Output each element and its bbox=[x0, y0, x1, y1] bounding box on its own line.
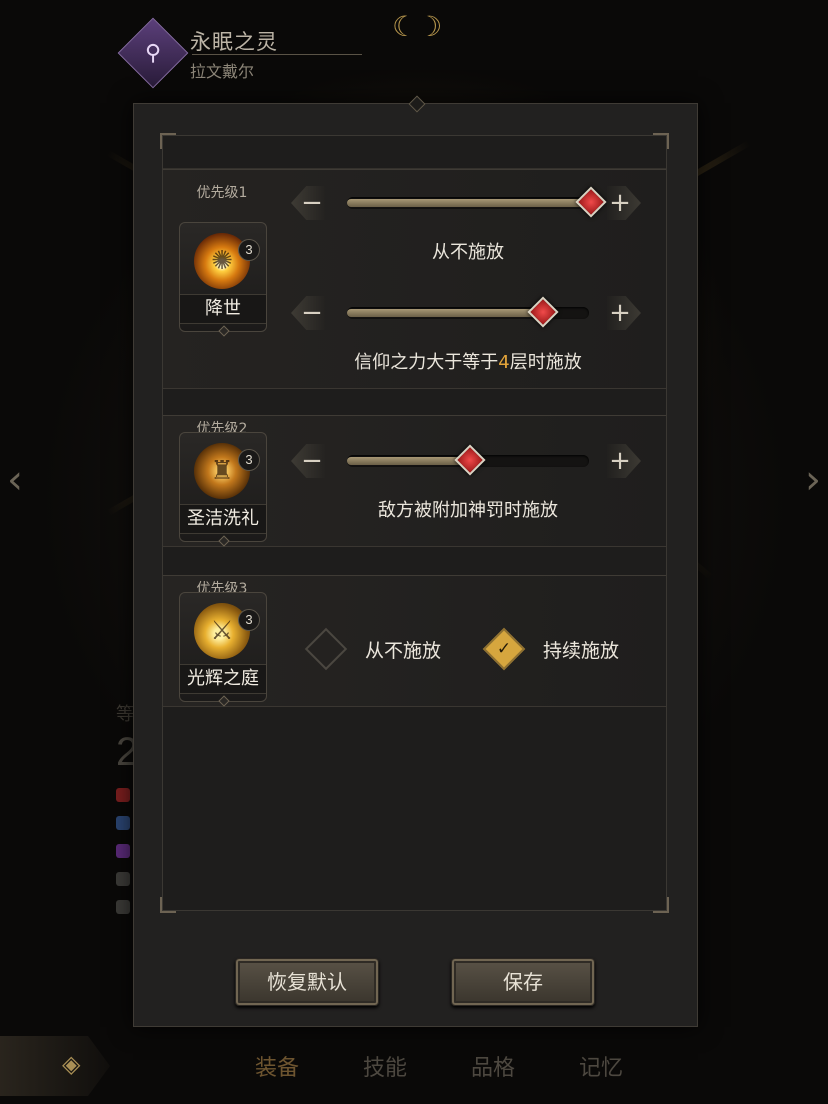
skill-name: 降世 bbox=[180, 294, 266, 324]
skill-card[interactable]: ♜ 3 圣洁洗礼 bbox=[179, 432, 267, 547]
skill-list-panel: 优先级1 ✺ 3 降世 − + 从不施放 − + 信仰之力大于等于4层时施放 优… bbox=[160, 133, 669, 913]
header-divider bbox=[192, 54, 362, 55]
slider-caption: 信仰之力大于等于4层时施放 bbox=[283, 348, 653, 374]
stat-icon bbox=[116, 816, 130, 830]
crescent-ornament-icon: ☾☽ bbox=[392, 10, 443, 43]
background-stat-label: 等 bbox=[116, 704, 134, 725]
card-ornament bbox=[218, 695, 230, 707]
stat-icon bbox=[116, 900, 130, 914]
stat-icon bbox=[116, 844, 130, 858]
slider-caption: 从不施放 bbox=[432, 242, 504, 263]
next-arrow-icon[interactable]: › bbox=[800, 440, 826, 520]
prev-arrow-icon[interactable]: ‹ bbox=[2, 440, 28, 520]
decrease-button[interactable]: − bbox=[291, 296, 325, 330]
condition-slider[interactable] bbox=[347, 186, 607, 218]
tab-character[interactable]: 品格 bbox=[471, 1050, 515, 1082]
skill-card[interactable]: ✺ 3 降世 bbox=[179, 222, 267, 337]
skill-priority-modal: 优先级1 ✺ 3 降世 − + 从不施放 − + 信仰之力大于等于4层时施放 优… bbox=[133, 95, 698, 1027]
option-label: 持续施放 bbox=[543, 639, 620, 662]
skill-row-2: 优先级2 ♜ 3 圣洁洗礼 − + 敌方被附加神罚时施放 bbox=[163, 415, 666, 547]
tab-memory[interactable]: 记忆 bbox=[579, 1050, 623, 1082]
checkbox-unchecked[interactable] bbox=[304, 627, 348, 671]
skill-name: 光辉之庭 bbox=[180, 664, 266, 694]
slider-thumb[interactable] bbox=[575, 186, 607, 218]
decrease-button[interactable]: − bbox=[291, 444, 325, 478]
stat-icon bbox=[116, 788, 130, 802]
reset-default-button[interactable]: 恢复默认 bbox=[235, 958, 379, 1006]
skill-name: 圣洁洗礼 bbox=[180, 504, 266, 534]
option-label: 从不施放 bbox=[365, 639, 442, 662]
slider-thumb[interactable] bbox=[527, 296, 559, 328]
skill-level-badge: 3 bbox=[238, 609, 260, 631]
increase-button[interactable]: + bbox=[607, 186, 641, 220]
skill-row-1: 优先级1 ✺ 3 降世 − + 从不施放 − + 信仰之力大于等于4层时施放 bbox=[163, 169, 666, 389]
character-title: 永眠之灵 bbox=[190, 30, 278, 54]
character-subtitle: 拉文戴尔 bbox=[190, 62, 255, 81]
skill-level-badge: 3 bbox=[238, 449, 260, 471]
slider-caption: 敌方被附加神罚时施放 bbox=[378, 500, 558, 521]
panel-top-bar bbox=[163, 136, 666, 169]
checkbox-checked-icon[interactable] bbox=[482, 627, 526, 671]
skill-card[interactable]: ⚔ 3 光辉之庭 bbox=[179, 592, 267, 707]
corner-ornament bbox=[653, 897, 669, 913]
slider-thumb[interactable] bbox=[454, 444, 486, 476]
slider-fill bbox=[347, 309, 541, 317]
slider-fill bbox=[347, 199, 589, 207]
priority-label: 优先级1 bbox=[196, 185, 248, 201]
caption-text: 信仰之力大于等于 bbox=[354, 352, 499, 373]
option-never-cast[interactable]: 从不施放 bbox=[303, 627, 442, 671]
condition-slider[interactable] bbox=[347, 296, 589, 328]
skill-level-badge: 3 bbox=[238, 239, 260, 261]
save-button[interactable]: 保存 bbox=[451, 958, 595, 1006]
decrease-button[interactable]: − bbox=[291, 186, 325, 220]
stat-icon bbox=[116, 872, 130, 886]
caption-text: 层时施放 bbox=[509, 352, 582, 373]
increase-button[interactable]: + bbox=[607, 296, 641, 330]
option-always-cast[interactable]: 持续施放 bbox=[481, 627, 620, 671]
increase-button[interactable]: + bbox=[607, 444, 641, 478]
bottom-nav: 装备 技能 品格 记忆 bbox=[0, 1040, 828, 1104]
tab-skills[interactable]: 技能 bbox=[363, 1050, 407, 1082]
card-ornament bbox=[218, 535, 230, 547]
tab-equipment[interactable]: 装备 bbox=[255, 1050, 299, 1082]
corner-ornament bbox=[160, 897, 176, 913]
skill-row-3: 优先级3 ⚔ 3 光辉之庭 从不施放 持续施放 bbox=[163, 575, 666, 707]
card-ornament bbox=[218, 325, 230, 337]
condition-slider[interactable] bbox=[347, 444, 589, 476]
slider-fill bbox=[347, 457, 468, 465]
caption-highlight: 4 bbox=[498, 352, 510, 373]
